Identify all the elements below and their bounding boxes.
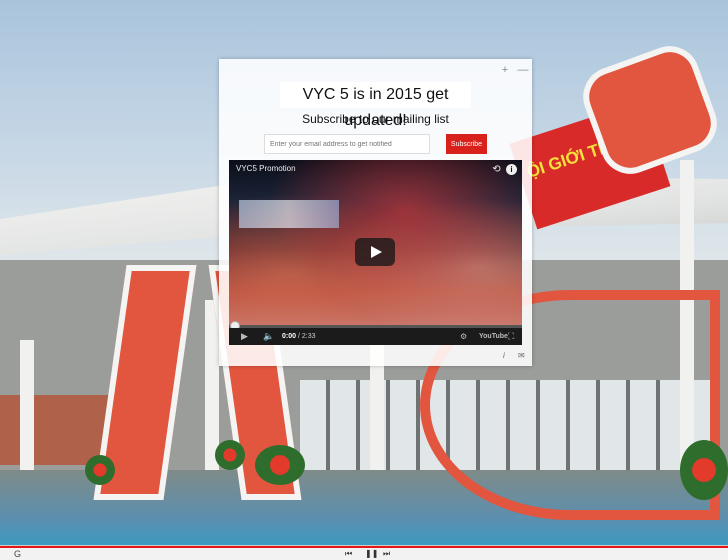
previous-icon[interactable]: ⏮ bbox=[345, 549, 352, 559]
share-icon[interactable]: ⟲ bbox=[491, 164, 502, 175]
flower-pot bbox=[255, 445, 305, 485]
info-icon[interactable]: i bbox=[506, 164, 517, 175]
brick-wall bbox=[0, 395, 110, 465]
fullscreen-icon[interactable]: ⛶ bbox=[508, 331, 514, 342]
settings-icon[interactable]: ⚙ bbox=[460, 331, 467, 342]
mail-icon[interactable]: ✉ bbox=[518, 351, 525, 360]
volume-icon[interactable]: 🔈 bbox=[263, 331, 274, 342]
video-title[interactable]: VYC5 Promotion bbox=[236, 164, 296, 173]
subscribe-popup: + — VYC 5 is in 2015 get updated! Subscr… bbox=[219, 59, 532, 366]
stage-light bbox=[239, 200, 339, 228]
next-icon[interactable]: ⏭ bbox=[383, 549, 390, 559]
duration: / 2:33 bbox=[297, 333, 316, 340]
play-icon[interactable]: ▶ bbox=[241, 331, 248, 342]
move-icon[interactable]: + bbox=[498, 63, 512, 77]
pause-icon[interactable]: ❚❚ bbox=[365, 549, 378, 559]
play-button[interactable] bbox=[355, 238, 395, 266]
video-player[interactable]: VYC5 Promotion ⟲ i ▶ 🔈 0:00 / 2:33 ⚙ You… bbox=[229, 160, 522, 345]
flower-pot bbox=[680, 440, 728, 500]
g-logo[interactable]: G bbox=[14, 548, 21, 560]
subscribe-button[interactable]: Subscribe bbox=[446, 134, 487, 154]
minimize-icon[interactable]: — bbox=[516, 63, 530, 77]
video-controls: ▶ 🔈 0:00 / 2:33 ⚙ YouTube ⛶ bbox=[229, 328, 522, 345]
flower-pot bbox=[85, 455, 115, 485]
email-field[interactable] bbox=[264, 134, 430, 154]
youtube-logo[interactable]: YouTube bbox=[479, 331, 508, 342]
current-time: 0:00 bbox=[282, 333, 297, 340]
popup-headline: VYC 5 is in 2015 get updated! bbox=[280, 82, 471, 129]
flower-pot bbox=[215, 440, 245, 470]
pillar bbox=[20, 340, 34, 480]
info-link-icon[interactable]: i bbox=[503, 351, 505, 360]
popup-subheading: Subscribe to our mailing list bbox=[302, 112, 449, 126]
time-display: 0:00 / 2:33 bbox=[282, 331, 315, 342]
bottom-bar: G ⏮ ❚❚ ⏭ bbox=[0, 545, 728, 560]
progress-line bbox=[0, 546, 728, 548]
